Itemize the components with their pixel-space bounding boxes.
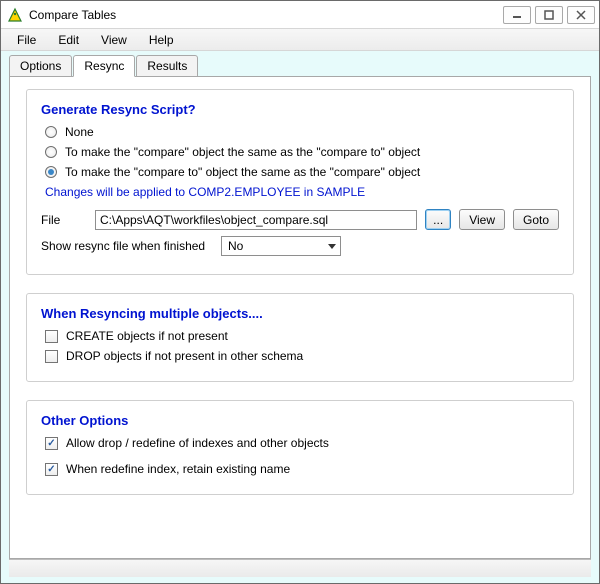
minimize-button[interactable] — [503, 6, 531, 24]
radio-none-row[interactable]: None — [45, 125, 559, 139]
app-window: Compare Tables File Edit View Help Optio… — [0, 0, 600, 584]
menu-file[interactable]: File — [7, 31, 46, 49]
radio-compare-same-label: To make the "compare" object the same as… — [65, 145, 420, 159]
radio-compare-to-same[interactable] — [45, 166, 57, 178]
browse-button[interactable]: ... — [425, 209, 451, 230]
show-row: Show resync file when finished No — [41, 236, 559, 256]
group-other-options: Other Options Allow drop / redefine of i… — [26, 400, 574, 495]
window-title: Compare Tables — [29, 8, 503, 22]
tab-resync[interactable]: Resync — [73, 55, 135, 77]
maximize-button[interactable] — [535, 6, 563, 24]
tab-options[interactable]: Options — [9, 55, 72, 77]
check-create[interactable] — [45, 330, 58, 343]
group-generate-resync: Generate Resync Script? None To make the… — [26, 89, 574, 275]
show-resync-dropdown[interactable]: No — [221, 236, 341, 256]
tab-results[interactable]: Results — [136, 55, 198, 77]
check-allow-drop-label: Allow drop / redefine of indexes and oth… — [66, 436, 329, 450]
titlebar: Compare Tables — [1, 1, 599, 29]
close-button[interactable] — [567, 6, 595, 24]
file-input[interactable] — [95, 210, 417, 230]
check-retain-name-row[interactable]: When redefine index, retain existing nam… — [45, 462, 559, 476]
apply-note: Changes will be applied to COMP2.EMPLOYE… — [45, 185, 559, 199]
group-multiple-objects: When Resyncing multiple objects.... CREA… — [26, 293, 574, 382]
group-title-other: Other Options — [41, 413, 559, 428]
radio-compare-same[interactable] — [45, 146, 57, 158]
window-controls — [503, 6, 595, 24]
check-allow-drop-row[interactable]: Allow drop / redefine of indexes and oth… — [45, 436, 559, 450]
menu-edit[interactable]: Edit — [48, 31, 89, 49]
radio-compare-to-same-row[interactable]: To make the "compare to" object the same… — [45, 165, 559, 179]
chevron-down-icon — [328, 244, 336, 249]
group-title-multiple: When Resyncing multiple objects.... — [41, 306, 559, 321]
tabstrip: Options Resync Results — [9, 55, 591, 77]
check-create-label: CREATE objects if not present — [66, 329, 228, 343]
radio-compare-same-row[interactable]: To make the "compare" object the same as… — [45, 145, 559, 159]
file-label: File — [41, 213, 87, 227]
check-drop-label: DROP objects if not present in other sch… — [66, 349, 303, 363]
group-title-generate: Generate Resync Script? — [41, 102, 559, 117]
check-allow-drop[interactable] — [45, 437, 58, 450]
check-drop-row[interactable]: DROP objects if not present in other sch… — [45, 349, 559, 363]
menu-view[interactable]: View — [91, 31, 137, 49]
view-button[interactable]: View — [459, 209, 505, 230]
file-row: File ... View Goto — [41, 209, 559, 230]
radio-none-label: None — [65, 125, 94, 139]
radio-none[interactable] — [45, 126, 57, 138]
check-retain-name-label: When redefine index, retain existing nam… — [66, 462, 290, 476]
statusbar — [9, 559, 591, 577]
menubar: File Edit View Help — [1, 29, 599, 51]
check-create-row[interactable]: CREATE objects if not present — [45, 329, 559, 343]
check-drop[interactable] — [45, 350, 58, 363]
show-resync-value: No — [228, 239, 243, 253]
app-icon — [7, 7, 23, 23]
show-resync-label: Show resync file when finished — [41, 239, 213, 253]
check-retain-name[interactable] — [45, 463, 58, 476]
menu-help[interactable]: Help — [139, 31, 184, 49]
radio-compare-to-same-label: To make the "compare to" object the same… — [65, 165, 420, 179]
goto-button[interactable]: Goto — [513, 209, 559, 230]
client-area: Options Resync Results Generate Resync S… — [1, 51, 599, 583]
tab-page-resync: Generate Resync Script? None To make the… — [9, 76, 591, 559]
